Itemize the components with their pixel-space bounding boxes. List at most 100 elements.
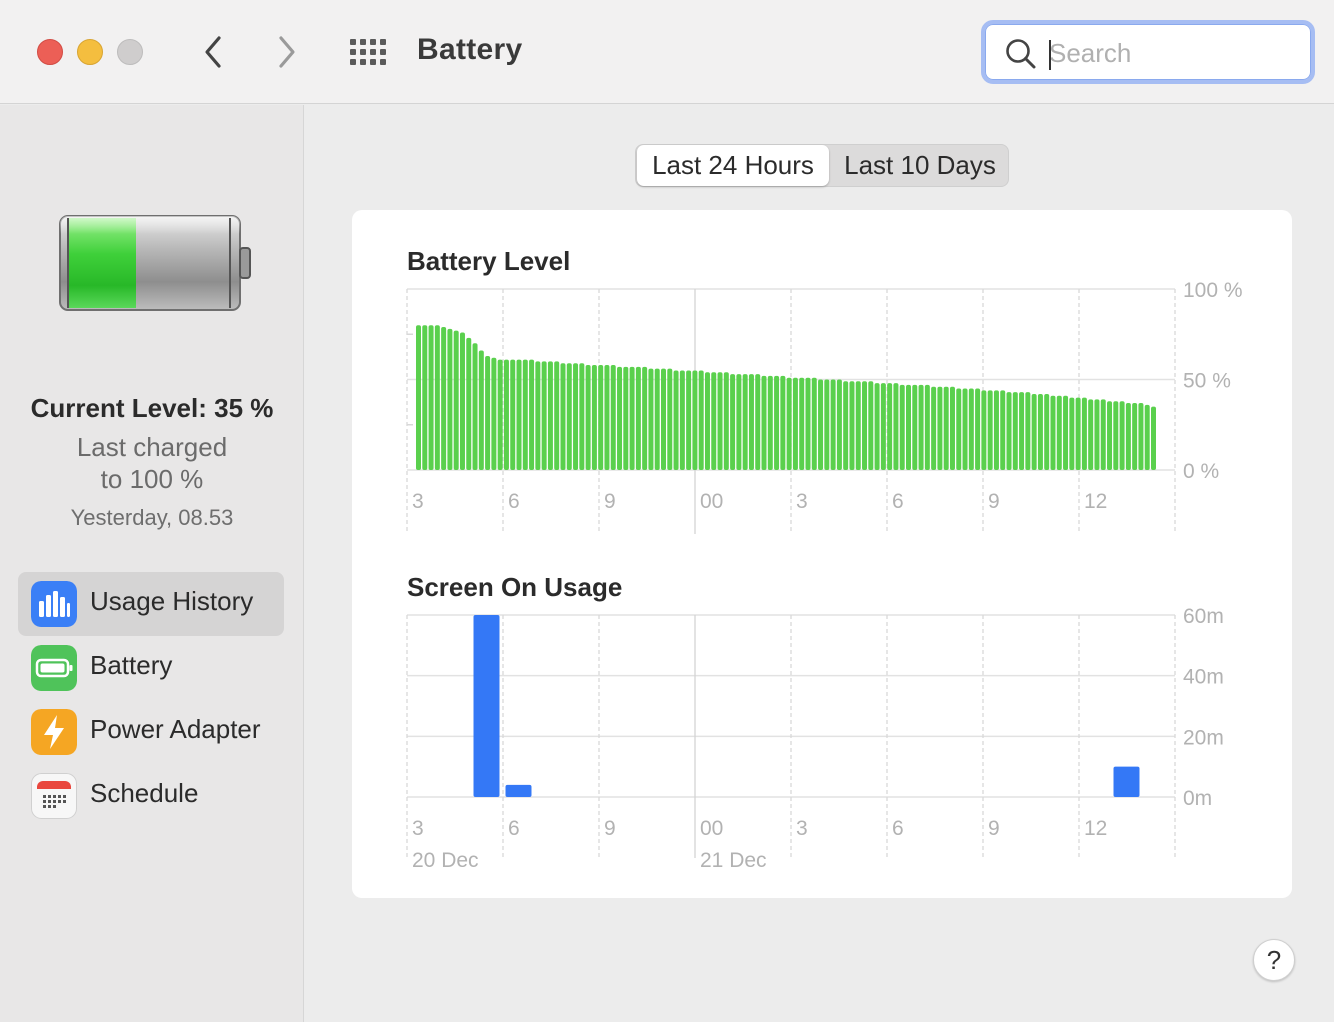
y-tick-label: 20m — [1183, 726, 1224, 749]
date-label: 21 Dec — [700, 849, 767, 872]
battery-level-bar — [516, 359, 522, 470]
battery-level-bar — [642, 366, 648, 470]
x-tick-label: 9 — [988, 490, 1000, 513]
y-tick-label: 0m — [1183, 787, 1212, 810]
battery-level-bar — [566, 363, 572, 470]
y-tick-label: 100 % — [1183, 279, 1243, 302]
tab-last-10-days[interactable]: Last 10 Days — [832, 145, 1008, 186]
battery-level-bar — [987, 390, 993, 470]
battery-level-bar — [1063, 395, 1069, 470]
battery-level-bar — [1151, 406, 1156, 470]
battery-level-bar — [906, 384, 911, 470]
screen-on-usage-bar — [505, 784, 532, 797]
battery-level-bar — [1019, 392, 1025, 470]
help-button[interactable]: ? — [1253, 939, 1295, 981]
battery-level-bar — [679, 370, 685, 470]
battery-level-bar — [686, 370, 692, 470]
battery-level-bar — [799, 377, 805, 470]
battery-level-bar — [635, 366, 641, 470]
battery-level-bar — [993, 390, 999, 470]
battery-level-bar — [1050, 395, 1056, 470]
battery-level-bar — [667, 368, 673, 470]
calendar-icon — [31, 773, 77, 819]
battery-level-bar — [560, 363, 566, 470]
y-tick-label: 60m — [1183, 605, 1224, 628]
battery-level-bar — [1069, 397, 1075, 470]
search-icon — [1006, 39, 1036, 69]
text-caret — [1049, 40, 1051, 70]
battery-level-bar — [1100, 399, 1106, 470]
battery-level-bar — [975, 388, 981, 470]
x-tick-label: 6 — [892, 490, 904, 513]
close-window-button[interactable] — [37, 39, 63, 65]
battery-level-bar — [855, 381, 861, 470]
battery-level-bar — [1012, 392, 1018, 470]
tab-last-24-hours[interactable]: Last 24 Hours — [637, 145, 829, 186]
battery-level-bar — [629, 366, 635, 470]
battery-level-bar — [981, 390, 987, 470]
x-tick-label: 3 — [796, 817, 808, 840]
power-adapter-icon — [31, 709, 77, 755]
battery-level-bar — [535, 361, 541, 470]
battery-icon — [31, 645, 77, 691]
chevron-right-icon — [279, 36, 295, 68]
battery-level-bar — [585, 365, 591, 470]
grid-dot — [370, 39, 376, 45]
sidebar-item-battery[interactable]: Battery — [18, 636, 284, 700]
battery-level-bar — [661, 368, 666, 470]
battery-level-bar — [1144, 404, 1150, 470]
battery-level-bar — [824, 379, 830, 470]
battery-level-bar — [887, 383, 893, 470]
grid-dot — [360, 49, 366, 55]
sidebar-item-power-adapter[interactable]: Power Adapter — [18, 700, 284, 764]
battery-level-bar — [956, 388, 962, 470]
battery-level-bar — [805, 377, 811, 470]
battery-level-bar — [478, 350, 484, 470]
grid-dot — [360, 39, 366, 45]
battery-level-bar — [836, 379, 842, 470]
battery-level-bar — [717, 372, 723, 470]
battery-level-bar — [1132, 403, 1138, 470]
sidebar-item-usage-history[interactable]: Usage History — [18, 572, 284, 636]
battery-level-bar — [428, 325, 434, 470]
zoom-window-button[interactable] — [117, 39, 143, 65]
battery-level-bar — [730, 374, 736, 470]
battery-level-bar — [1081, 397, 1087, 470]
battery-level-bar — [692, 370, 698, 470]
battery-level-bar — [742, 374, 748, 470]
battery-level-bar — [792, 377, 798, 470]
search-field[interactable] — [981, 20, 1315, 84]
battery-level-bar — [591, 365, 597, 470]
minimize-window-button[interactable] — [77, 39, 103, 65]
search-input[interactable] — [1049, 36, 1289, 70]
x-tick-label: 9 — [604, 490, 616, 513]
battery-level-bar — [604, 365, 610, 470]
battery-level-bar — [949, 386, 955, 470]
battery-level-bar — [943, 386, 949, 470]
sidebar-item-label: Schedule — [90, 778, 199, 808]
battery-level-bar — [1056, 395, 1062, 470]
battery-level-bar — [453, 330, 459, 470]
battery-level-bar — [736, 374, 742, 470]
battery-level-bar — [503, 359, 509, 470]
grid-dot — [350, 39, 356, 45]
battery-level-bar — [968, 388, 974, 470]
battery-level-bar — [868, 381, 874, 470]
last-charged-label: Last charged to 100 % — [0, 431, 304, 495]
battery-level-bar — [918, 384, 924, 470]
back-button[interactable] — [193, 30, 233, 74]
battery-level-icon — [59, 215, 251, 311]
battery-level-bar — [843, 381, 849, 470]
forward-button[interactable] — [267, 30, 307, 74]
battery-level-bar — [491, 357, 497, 470]
x-tick-label: 6 — [508, 817, 520, 840]
battery-level-bar — [849, 381, 855, 470]
battery-level-bar — [510, 359, 516, 470]
battery-level-bar — [422, 325, 428, 470]
sidebar-item-schedule[interactable]: Schedule — [18, 764, 284, 828]
show-all-grid-button[interactable] — [347, 36, 389, 68]
battery-level-bar — [711, 372, 717, 470]
battery-level-bar — [723, 372, 729, 470]
battery-level-bar — [893, 383, 899, 470]
battery-level-bar — [786, 377, 792, 470]
